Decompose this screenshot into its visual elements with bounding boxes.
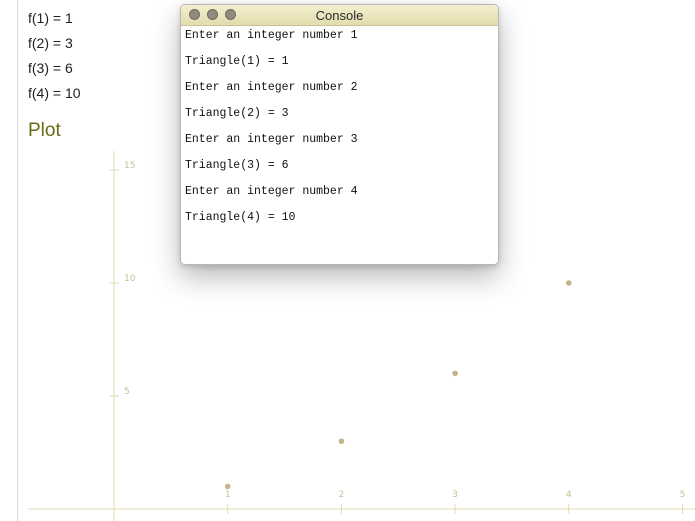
console-title: Console: [315, 8, 364, 23]
console-line: Enter an integer number 4: [185, 185, 358, 198]
console-line: Enter an integer number 3: [185, 133, 358, 146]
console-line: Triangle(1) = 1: [185, 55, 289, 68]
console-line: Triangle(3) = 6: [185, 159, 289, 172]
data-point: [452, 370, 458, 377]
console-titlebar[interactable]: Console: [181, 5, 498, 26]
data-point: [338, 438, 345, 445]
y-tick-label: 15: [124, 161, 135, 171]
x-tick-label: 5: [680, 490, 686, 500]
y-tick-label: 10: [124, 274, 136, 284]
console-line: Triangle(4) = 10: [185, 211, 296, 224]
console-line: Triangle(2) = 3: [185, 107, 289, 120]
x-tick-label: 3: [452, 490, 458, 500]
data-point: [566, 280, 572, 286]
x-tick-label: 4: [566, 490, 572, 500]
data-point: [224, 483, 231, 490]
y-tick-label: 5: [124, 387, 130, 397]
console-line: Enter an integer number 2: [185, 81, 358, 94]
console-output[interactable]: Enter an integer number 1 Triangle(1) = …: [181, 26, 498, 238]
console-line: Enter an integer number 1: [185, 29, 358, 42]
x-tick-label: 1: [225, 490, 231, 500]
x-tick-label: 2: [339, 490, 345, 500]
console-window[interactable]: Console Enter an integer number 1 Triang…: [180, 4, 499, 265]
